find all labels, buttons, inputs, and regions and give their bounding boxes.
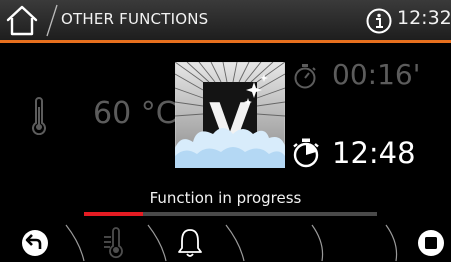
home-icon[interactable] [4, 4, 40, 37]
header-bar: OTHER FUNCTIONS 12:32 [0, 0, 451, 40]
header-divider [46, 4, 58, 37]
info-icon[interactable] [366, 8, 392, 34]
duration-timer-icon [294, 64, 316, 89]
vapour-clean-icon: V [175, 62, 285, 168]
stop-icon[interactable] [416, 228, 446, 258]
progress-fill [84, 212, 143, 216]
thermometer-icon [32, 97, 46, 135]
temperature-value: 60 °C [93, 96, 177, 131]
end-time-value: 12:48 [332, 136, 416, 170]
bell-icon[interactable] [177, 227, 203, 259]
clock: 12:32 [397, 7, 451, 29]
bottom-bar [0, 223, 451, 262]
end-time-timer-icon [293, 138, 319, 168]
duration-value: 00:16' [332, 58, 421, 91]
status-text: Function in progress [149, 189, 302, 207]
back-icon[interactable] [20, 228, 50, 258]
progress-bar [84, 212, 377, 216]
preheat-icon [104, 227, 123, 259]
bottom-bar-dividers [65, 224, 398, 262]
header-accent-line [0, 40, 451, 43]
page-title: OTHER FUNCTIONS [61, 10, 209, 28]
